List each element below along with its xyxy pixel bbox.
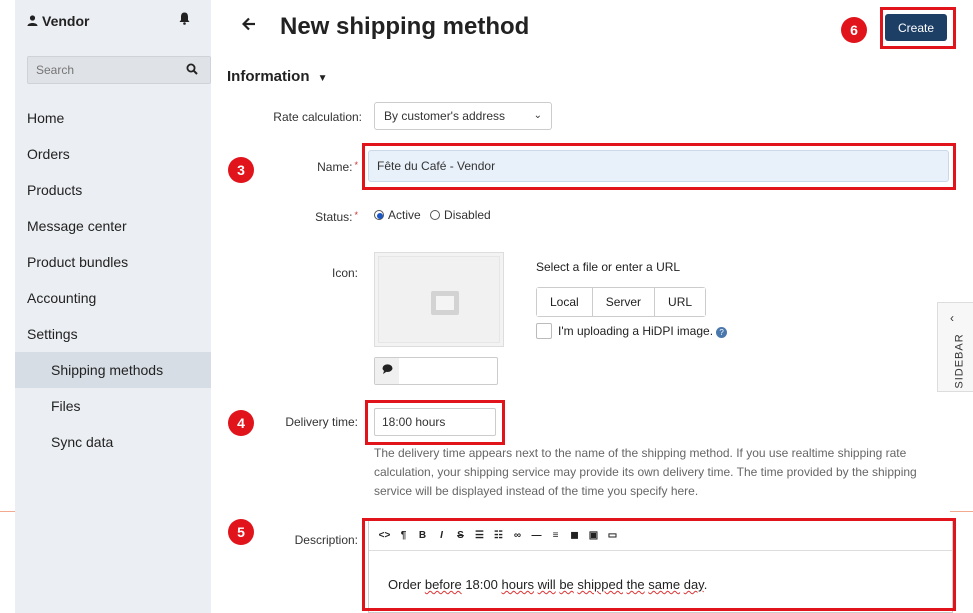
- sidebar-nav: Home Orders Products Message center Prod…: [15, 100, 211, 460]
- status-disabled-label: Disabled: [444, 208, 491, 222]
- annotation-badge-6: 6: [841, 17, 867, 43]
- sidebar-item-label: Product bundles: [27, 254, 129, 270]
- rate-calculation-select[interactable]: By customer's address ⌄: [374, 102, 552, 130]
- divider-line-left: [0, 511, 15, 512]
- bell-icon[interactable]: [179, 12, 190, 28]
- sidebar-item-accounting[interactable]: Accounting: [15, 280, 211, 316]
- status-label: Status: *: [208, 210, 358, 224]
- sidebar-item-label: Shipping methods: [51, 362, 164, 378]
- chevron-left-icon: ‹: [950, 311, 954, 325]
- sidebar-search: [27, 56, 211, 84]
- status-active-label: Active: [388, 208, 421, 222]
- file-caption: Select a file or enter a URL: [536, 260, 681, 274]
- sidebar-item-sync-data[interactable]: Sync data: [15, 424, 211, 460]
- sidebar-item-message-center[interactable]: Message center: [15, 208, 211, 244]
- icon-label: Icon:: [331, 266, 358, 280]
- url-button[interactable]: URL: [655, 288, 706, 316]
- required-marker: *: [354, 210, 358, 220]
- server-button[interactable]: Server: [592, 288, 656, 316]
- annotation-box-name: [362, 143, 956, 190]
- sidebar-item-label: Message center: [27, 218, 127, 234]
- comment-icon: [375, 358, 399, 384]
- rate-calculation-value: By customer's address: [384, 109, 506, 123]
- sidebar: Vendor Home Orders Products Message cent…: [15, 0, 211, 613]
- sidebar-item-products[interactable]: Products: [15, 172, 211, 208]
- user-icon: [27, 13, 38, 29]
- sidebar-item-label: Sync data: [51, 434, 114, 450]
- sidebar-toggle-tab[interactable]: ‹ SIDEBAR: [937, 302, 973, 392]
- required-marker: *: [354, 160, 358, 170]
- annotation-box-create: [880, 7, 956, 49]
- icon-preview-inner: [378, 256, 500, 343]
- status-label-text: Status:: [315, 210, 353, 224]
- page-title: New shipping method: [280, 13, 530, 40]
- app-window: Vendor Home Orders Products Message cent…: [0, 0, 973, 613]
- file-source-buttons: Local Server URL: [536, 287, 707, 317]
- status-radio-group: Active Disabled: [374, 208, 491, 222]
- annotation-badge-3: 3: [228, 157, 254, 183]
- sidebar-item-settings[interactable]: Settings: [15, 316, 211, 352]
- sidebar-item-label: Home: [27, 110, 65, 126]
- hidpi-checkbox[interactable]: [536, 323, 552, 339]
- sidebar-item-home[interactable]: Home: [15, 100, 211, 136]
- chevron-down-icon: ⌄: [533, 110, 542, 121]
- sidebar-item-product-bundles[interactable]: Product bundles: [15, 244, 211, 280]
- vendor-menu[interactable]: Vendor: [27, 13, 89, 29]
- image-placeholder-icon: [431, 291, 459, 315]
- status-disabled-radio[interactable]: Disabled: [430, 208, 491, 222]
- rate-calculation-label: Rate calculation:: [273, 110, 362, 124]
- hidpi-label: I'm uploading a HiDPI image.: [558, 324, 714, 338]
- sidebar-item-label: Accounting: [27, 290, 97, 306]
- search-icon[interactable]: [186, 63, 198, 78]
- icon-alt-input[interactable]: [374, 357, 498, 385]
- icon-preview[interactable]: [374, 252, 504, 347]
- sidebar-item-label: Files: [51, 398, 81, 414]
- annotation-badge-5: 5: [228, 519, 254, 545]
- sidebar-header: Vendor: [15, 0, 211, 44]
- search-input[interactable]: [36, 63, 176, 77]
- section-title: Information: [227, 68, 310, 85]
- radio-checked-icon: [374, 210, 384, 220]
- delivery-time-help: The delivery time appears next to the na…: [374, 446, 917, 498]
- radio-unchecked-icon: [430, 210, 441, 220]
- back-arrow-icon[interactable]: [241, 14, 256, 37]
- status-active-radio[interactable]: Active: [374, 208, 421, 222]
- annotation-box-delivery: [365, 400, 505, 445]
- sidebar-item-shipping-methods[interactable]: Shipping methods: [15, 352, 211, 388]
- vendor-label: Vendor: [42, 13, 90, 29]
- sidebar-tab-label: SIDEBAR: [953, 333, 966, 389]
- sidebar-item-files[interactable]: Files: [15, 388, 211, 424]
- hidpi-row: I'm uploading a HiDPI image.?: [536, 323, 728, 339]
- caret-down-icon: ▼: [317, 73, 328, 84]
- sidebar-item-orders[interactable]: Orders: [15, 136, 211, 172]
- local-button[interactable]: Local: [537, 288, 593, 316]
- annotation-badge-4: 4: [228, 410, 254, 436]
- annotation-box-description: [362, 518, 956, 611]
- sidebar-item-label: Products: [27, 182, 83, 198]
- name-label-text: Name:: [317, 160, 353, 174]
- sidebar-item-label: Orders: [27, 146, 70, 162]
- sidebar-item-label: Settings: [27, 326, 78, 342]
- help-icon[interactable]: ?: [716, 327, 728, 338]
- section-information-toggle[interactable]: Information ▼: [227, 68, 328, 85]
